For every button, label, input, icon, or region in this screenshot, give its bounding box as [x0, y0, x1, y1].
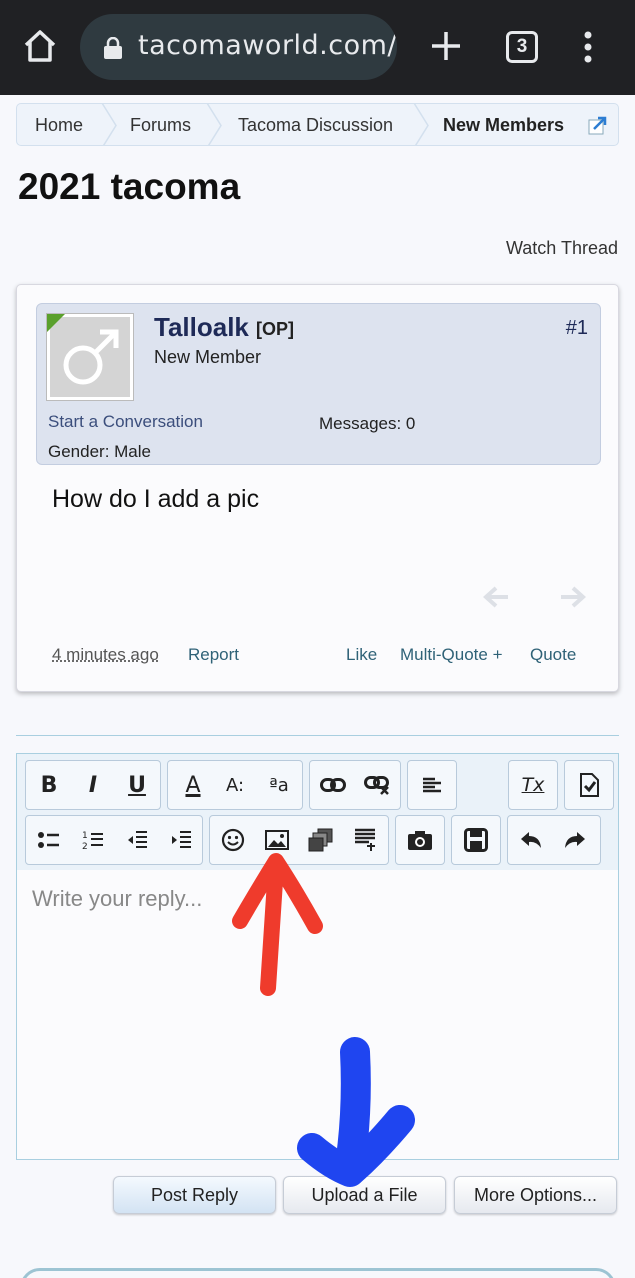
lock-icon	[104, 37, 122, 59]
undo-button[interactable]	[510, 816, 552, 864]
home-icon[interactable]	[22, 28, 58, 64]
svg-text:1: 1	[82, 831, 88, 841]
image-icon	[265, 830, 289, 850]
browser-toolbar: tacomaworld.com/tl 3	[0, 0, 635, 95]
outdent-icon	[128, 831, 147, 848]
breadcrumb-separator-icon	[206, 104, 222, 145]
switch-mode-icon	[580, 773, 599, 797]
watch-thread-link[interactable]: Watch Thread	[506, 238, 618, 259]
insert-code-button[interactable]	[344, 816, 386, 864]
op-badge: [OP]	[256, 319, 294, 339]
bullet-list-icon	[38, 832, 59, 848]
next-post-arrow-icon[interactable]	[559, 585, 587, 609]
post-card: Talloalk [OP] New Member #1 Start a Conv…	[16, 284, 619, 692]
new-tab-icon[interactable]	[430, 30, 462, 62]
report-link[interactable]: Report	[188, 645, 239, 665]
breadcrumb: Home Forums Tacoma Discussion New Member…	[16, 103, 619, 146]
redo-icon	[565, 832, 585, 848]
floppy-disk-icon	[464, 828, 488, 852]
post-reply-button[interactable]: Post Reply	[113, 1176, 276, 1214]
link-group	[309, 760, 401, 810]
male-avatar-icon	[63, 329, 119, 385]
indent-button[interactable]	[160, 816, 202, 864]
numbered-list-button[interactable]: 12	[72, 816, 114, 864]
smiley-icon	[221, 828, 245, 852]
underline-button[interactable]: U	[116, 761, 158, 809]
insert-group	[209, 815, 389, 865]
start-conversation-link[interactable]: Start a Conversation	[48, 412, 203, 432]
breadcrumb-forums[interactable]: Forums	[130, 104, 191, 145]
link-button[interactable]	[312, 761, 354, 809]
font-family-button[interactable]: ªa	[258, 761, 300, 809]
multi-quote-link[interactable]: Multi-Quote +	[400, 645, 503, 665]
user-info-box: Talloalk [OP] New Member #1 Start a Conv…	[36, 303, 601, 465]
quick-navigation-box	[20, 1268, 616, 1278]
insert-image-button[interactable]	[256, 816, 298, 864]
save-draft-group	[451, 815, 501, 865]
reply-editor: B I U A A: ªa Tx 1 2 Write your reply...	[16, 753, 619, 1160]
more-options-button[interactable]: More Options...	[454, 1176, 617, 1214]
align-left-icon	[423, 777, 441, 793]
unlink-button[interactable]	[356, 761, 398, 809]
bold-button[interactable]: B	[28, 761, 70, 809]
breadcrumb-separator-icon	[413, 104, 429, 145]
post-timestamp[interactable]: 4 minutes ago	[52, 645, 159, 665]
divider	[16, 735, 619, 736]
align-group	[407, 760, 457, 810]
source-group	[564, 760, 614, 810]
toggle-source-button[interactable]	[568, 761, 610, 809]
tab-switcher-button[interactable]: 3	[506, 31, 538, 63]
user-title: New Member	[154, 347, 262, 367]
insert-media-button[interactable]	[300, 816, 342, 864]
remove-format-group: Tx	[508, 760, 558, 810]
post-number-link[interactable]: #1	[566, 317, 588, 340]
like-link[interactable]: Like	[346, 645, 377, 665]
breadcrumb-separator-icon	[101, 104, 117, 145]
numbered-list-icon: 12	[82, 831, 103, 850]
jump-to-icon[interactable]	[588, 115, 608, 135]
smilie-button[interactable]	[212, 816, 254, 864]
breadcrumb-new-members[interactable]: New Members	[443, 104, 564, 145]
align-button[interactable]	[411, 761, 453, 809]
gender-info: Gender: Male	[48, 442, 151, 461]
indent-icon	[172, 831, 191, 848]
redo-button[interactable]	[554, 816, 596, 864]
address-bar[interactable]: tacomaworld.com/tl	[80, 14, 397, 80]
text-style-group: B I U	[25, 760, 161, 810]
history-group	[507, 815, 601, 865]
post-body: How do I add a pic	[52, 485, 260, 513]
outdent-button[interactable]	[116, 816, 158, 864]
camera-icon	[408, 831, 432, 850]
breadcrumb-home[interactable]: Home	[35, 104, 83, 145]
remove-format-button[interactable]: Tx	[512, 761, 554, 809]
quote-link[interactable]: Quote	[530, 645, 576, 665]
url-text: tacomaworld.com/tl	[138, 30, 397, 61]
overflow-menu-icon[interactable]	[580, 30, 596, 64]
breadcrumb-tacoma-discussion[interactable]: Tacoma Discussion	[238, 104, 393, 145]
font-group: A A: ªa	[167, 760, 303, 810]
font-color-button[interactable]: A	[172, 761, 214, 809]
previous-post-arrow-icon[interactable]	[482, 585, 510, 609]
camera-group	[395, 815, 445, 865]
save-draft-button[interactable]	[455, 816, 497, 864]
avatar[interactable]	[47, 314, 133, 400]
editor-toolbar: B I U A A: ªa Tx 1 2	[17, 754, 618, 870]
svg-text:2: 2	[82, 842, 88, 850]
messages-count: Messages: 0	[319, 414, 416, 433]
thread-title: 2021 tacoma	[18, 166, 241, 207]
unlink-icon	[364, 776, 389, 795]
post-username[interactable]: Talloalk	[154, 312, 249, 343]
undo-icon	[521, 832, 541, 848]
font-size-button[interactable]: A:	[214, 761, 256, 809]
link-icon	[320, 778, 346, 792]
camera-button[interactable]	[399, 816, 441, 864]
italic-button[interactable]: I	[72, 761, 114, 809]
bullet-list-button[interactable]	[28, 816, 70, 864]
reply-textarea[interactable]: Write your reply...	[32, 886, 202, 912]
list-group: 12	[25, 815, 203, 865]
upload-file-button[interactable]: Upload a File	[283, 1176, 446, 1214]
media-icon	[308, 828, 333, 852]
code-block-icon	[355, 828, 375, 851]
